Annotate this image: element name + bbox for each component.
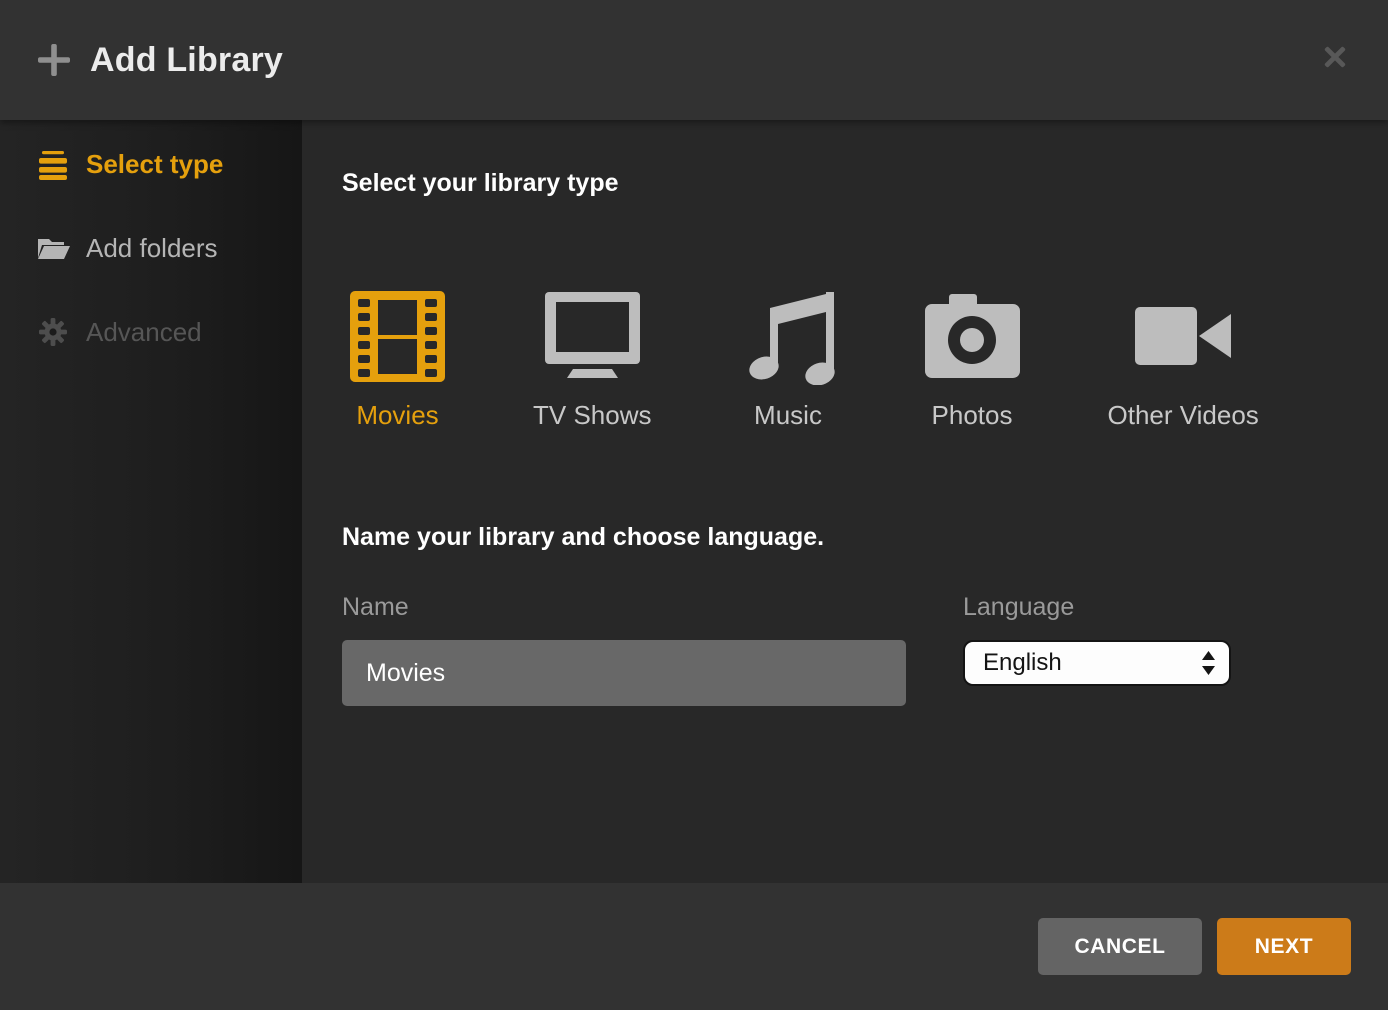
folder-icon	[36, 234, 70, 262]
plus-icon	[38, 44, 70, 76]
sidebar-item-advanced: Advanced	[0, 310, 302, 354]
sidebar-item-label: Add folders	[86, 233, 218, 264]
library-type-label: Music	[754, 400, 822, 430]
gear-icon	[36, 317, 70, 347]
library-type-label: Movies	[356, 400, 438, 430]
library-type-label: TV Shows	[533, 400, 652, 430]
name-field-group: Name	[342, 592, 906, 706]
steps-sidebar: Select type Add folders	[0, 120, 302, 883]
dialog-title: Add Library	[90, 41, 283, 80]
main-pane: Select your library type	[302, 120, 1388, 883]
tv-icon	[545, 290, 640, 382]
library-type-music[interactable]: Music	[740, 290, 837, 430]
sidebar-item-add-folders[interactable]: Add folders	[0, 226, 302, 270]
library-type-tv-shows[interactable]: TV Shows	[533, 290, 652, 430]
language-select-value: English	[983, 649, 1062, 677]
dialog-footer: CANCEL NEXT	[0, 883, 1388, 1010]
music-note-icon	[740, 290, 837, 382]
library-type-label: Photos	[932, 400, 1013, 430]
library-name-input[interactable]	[342, 640, 906, 706]
sidebar-item-label: Advanced	[86, 317, 202, 348]
cancel-button[interactable]: CANCEL	[1038, 918, 1202, 975]
next-button[interactable]: NEXT	[1217, 918, 1351, 975]
library-type-movies[interactable]: Movies	[350, 290, 445, 430]
list-icon	[36, 148, 70, 180]
close-icon[interactable]	[1318, 40, 1352, 74]
dialog-body: Select type Add folders	[0, 120, 1388, 883]
select-type-heading: Select your library type	[342, 168, 1358, 198]
sidebar-item-label: Select type	[86, 149, 223, 180]
name-language-form: Name Language English	[342, 592, 1358, 706]
library-type-label: Other Videos	[1108, 400, 1259, 430]
film-icon	[350, 290, 445, 382]
dialog-header: Add Library	[0, 0, 1388, 120]
library-type-other-videos[interactable]: Other Videos	[1108, 290, 1259, 430]
library-type-photos[interactable]: Photos	[925, 290, 1020, 430]
language-select[interactable]: English	[963, 640, 1231, 686]
camera-icon	[925, 290, 1020, 382]
language-field-group: Language English	[963, 592, 1231, 686]
language-label: Language	[963, 592, 1231, 622]
name-label: Name	[342, 592, 906, 622]
add-library-dialog: Add Library	[0, 0, 1388, 1010]
name-language-heading: Name your library and choose language.	[342, 522, 1358, 552]
video-camera-icon	[1135, 290, 1231, 382]
sidebar-item-select-type[interactable]: Select type	[0, 142, 302, 186]
library-type-row: Movies TV Shows	[350, 290, 1358, 430]
select-stepper-arrows-icon	[1202, 651, 1215, 675]
